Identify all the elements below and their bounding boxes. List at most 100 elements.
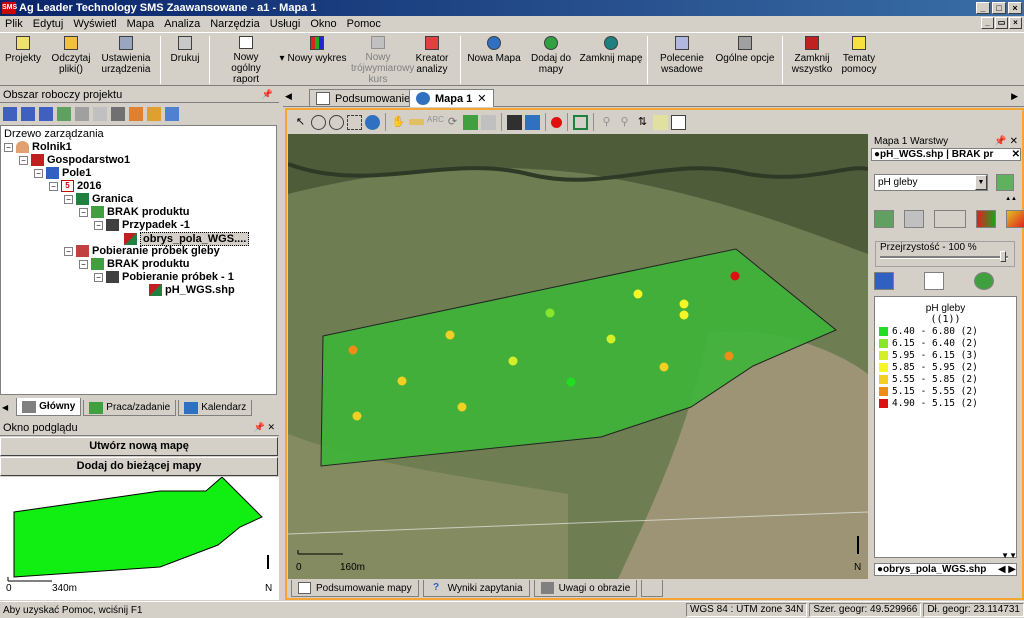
collapse-icon[interactable]: − xyxy=(64,246,73,256)
menu-help[interactable]: Pomoc xyxy=(342,18,386,30)
properties-icon[interactable] xyxy=(111,107,125,121)
draw-line-icon[interactable] xyxy=(507,114,522,130)
attribute-select[interactable]: pH gleby xyxy=(874,174,988,191)
info-icon[interactable] xyxy=(165,107,179,121)
tree-node-no-product-1[interactable]: − BRAK produktu xyxy=(79,206,190,218)
layer-tab-close-icon[interactable]: ✕ xyxy=(1012,149,1020,160)
general-options-button[interactable]: Ogólne opcje xyxy=(712,33,778,85)
sample-point[interactable] xyxy=(397,376,407,386)
layer-list-icon[interactable] xyxy=(924,272,944,290)
right-arrow-icon[interactable] xyxy=(39,107,53,121)
collapse-icon[interactable]: − xyxy=(49,181,58,191)
zoom-box-icon[interactable] xyxy=(347,114,362,130)
layers-pin-close[interactable]: 📌 ✕ xyxy=(994,136,1018,147)
sample-point[interactable] xyxy=(724,351,734,361)
tree-node-farm[interactable]: − Gospodarstwo1 xyxy=(19,154,130,166)
collapse-icon[interactable]: − xyxy=(19,155,28,165)
import-icon[interactable] xyxy=(129,107,143,121)
erase-icon[interactable] xyxy=(481,114,496,130)
tree-node-grower[interactable]: − Rolnik1 xyxy=(4,141,72,153)
color-ramp-icon[interactable] xyxy=(976,210,996,228)
color-scheme-icon[interactable] xyxy=(1006,210,1024,228)
export-icon[interactable] xyxy=(147,107,161,121)
add-to-map-button[interactable]: Dodaj do mapy xyxy=(523,33,579,85)
pushpin2-icon[interactable]: ⚲ xyxy=(617,115,632,130)
tab-scroll-left-icon[interactable]: ◀ xyxy=(2,403,8,412)
tab-map-summary[interactable]: Podsumowanie mapy xyxy=(291,580,419,597)
arc-icon[interactable]: ARC xyxy=(427,115,444,130)
new-3d-button[interactable]: Nowy trójwymiarowy kurs xyxy=(348,33,414,85)
pan-hand-icon[interactable]: ✋ xyxy=(391,115,406,130)
zoom-extent-icon[interactable] xyxy=(365,114,380,130)
collapse-icon[interactable]: − xyxy=(64,194,73,204)
measure-icon[interactable] xyxy=(409,119,424,125)
sample-point[interactable] xyxy=(730,271,740,281)
sample-point[interactable] xyxy=(566,377,576,387)
sample-point[interactable] xyxy=(679,310,689,320)
collapse-icon[interactable]: − xyxy=(79,259,88,269)
menu-map[interactable]: Mapa xyxy=(122,18,160,30)
tab-calendar[interactable]: Kalendarz xyxy=(178,400,253,416)
collapse-icon[interactable]: − xyxy=(79,207,88,217)
chevron-down-icon[interactable]: ▼ xyxy=(975,175,987,190)
collapse-icon[interactable]: − xyxy=(94,220,103,230)
tab-empty[interactable] xyxy=(641,580,664,597)
tree-node-boundary[interactable]: − Granica xyxy=(64,193,133,205)
close-all-button[interactable]: Zamknij wszystko xyxy=(787,33,837,85)
close-button[interactable]: × xyxy=(1008,2,1022,14)
layer-properties-icon[interactable] xyxy=(874,272,894,290)
sample-point[interactable] xyxy=(545,308,555,318)
pin-icon[interactable]: 📌 xyxy=(262,89,273,100)
tree-node-no-product-2[interactable]: − BRAK produktu xyxy=(79,258,190,270)
record-icon[interactable] xyxy=(551,116,562,128)
tree-node-year[interactable]: − 5 2016 xyxy=(49,180,101,192)
tree-node-boundary-file[interactable]: obrys_pola_WGS.... xyxy=(124,232,250,246)
contour-icon[interactable] xyxy=(904,210,924,228)
mdi-close-button[interactable]: × xyxy=(1009,17,1022,29)
legend-scroll-arrows[interactable]: ▼▼ xyxy=(874,551,1017,560)
menu-tools[interactable]: Narzędzia xyxy=(205,18,265,30)
collapse-icon[interactable]: − xyxy=(34,168,43,178)
new-report-dropdown[interactable]: ▾ xyxy=(278,33,286,85)
tree-node-sampling-1[interactable]: − Pobieranie próbek - 1 xyxy=(94,271,234,283)
collapse-icon[interactable]: − xyxy=(4,142,13,152)
print-button[interactable]: Drukuj xyxy=(165,33,205,85)
close-map-button[interactable]: Zamknij mapę xyxy=(579,33,643,85)
legend-style-icon[interactable] xyxy=(934,210,966,228)
select-area-icon[interactable] xyxy=(573,114,588,130)
up-arrow-icon[interactable] xyxy=(3,107,17,121)
transparency-slider-thumb[interactable] xyxy=(1000,251,1006,262)
tab-close-icon[interactable]: ✕ xyxy=(477,92,486,105)
menu-view[interactable]: Wyświetl xyxy=(68,18,121,30)
collapse-icon[interactable]: − xyxy=(94,272,103,282)
doc-tabs-right-icon[interactable]: ▶ xyxy=(1011,91,1018,102)
sample-point[interactable] xyxy=(606,334,616,344)
layer-refresh-icon[interactable] xyxy=(974,272,994,290)
clear-filter-icon[interactable] xyxy=(93,107,107,121)
tab-summary[interactable]: Podsumowanie xyxy=(309,89,418,107)
batch-command-button[interactable]: Polecenie wsadowe xyxy=(652,33,712,85)
annotate-icon[interactable] xyxy=(653,114,668,130)
transparency-slider[interactable] xyxy=(880,251,1008,262)
tab-main[interactable]: Główny xyxy=(16,398,82,416)
sample-point[interactable] xyxy=(457,402,467,412)
menu-window[interactable]: Okno xyxy=(305,18,341,30)
tree-node-case[interactable]: − Przypadek -1 xyxy=(94,219,190,231)
layer-tab-nav-icon[interactable]: ◀ ▶ xyxy=(998,564,1016,575)
tab-query-results[interactable]: ? Wyniki zapytania xyxy=(422,580,530,597)
pointer-icon[interactable]: ↖ xyxy=(293,115,308,130)
minimize-button[interactable]: _ xyxy=(976,2,990,14)
zoom-in-icon[interactable] xyxy=(311,114,326,130)
menu-edit[interactable]: Edytuj xyxy=(28,18,69,30)
layer-tab-boundary[interactable]: ●obrys_pola_WGS.shp ◀ ▶ xyxy=(874,563,1017,576)
menu-analysis[interactable]: Analiza xyxy=(159,18,205,30)
zoom-out-icon[interactable] xyxy=(329,114,344,130)
read-files-button[interactable]: Odczytaj pliki() xyxy=(46,33,96,85)
sample-point[interactable] xyxy=(508,356,518,366)
doc-tabs-left-icon[interactable]: ◀ xyxy=(285,91,292,102)
mdi-restore-button[interactable]: ▭ xyxy=(995,17,1008,29)
analysis-wizard-button[interactable]: Kreator analizy xyxy=(408,33,456,85)
layer-scroll-arrows[interactable]: ▲▲ xyxy=(874,196,1017,202)
pushpin-icon[interactable]: ⚲ xyxy=(599,115,614,130)
layer-tab-ph[interactable]: ●pH_WGS.shp | BRAK pr ✕ xyxy=(871,148,1021,161)
